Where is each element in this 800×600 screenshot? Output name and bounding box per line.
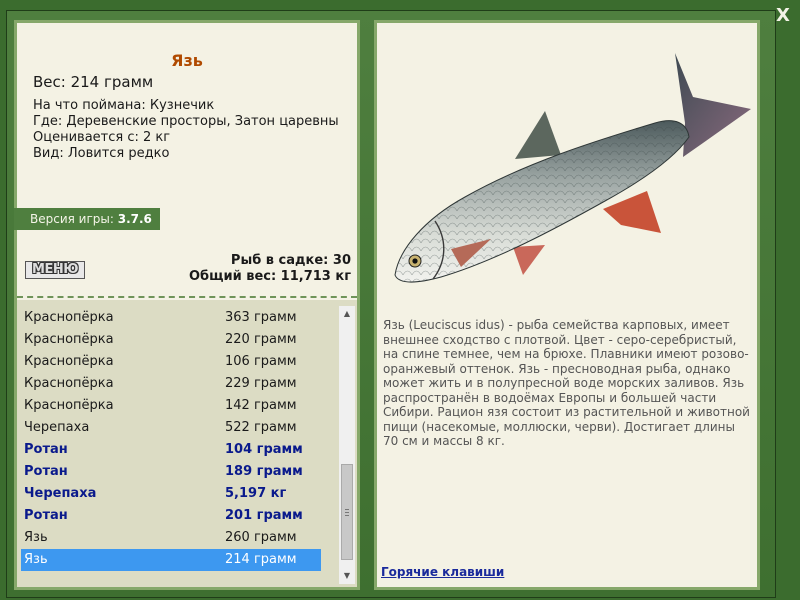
fish-rarity: Вид: Ловится редко: [33, 146, 170, 161]
triangle-down-icon[interactable]: ▼: [339, 568, 355, 584]
fish-name: Язь: [171, 51, 203, 70]
fish-description: Язь (Leuciscus idus) - рыба семейства ка…: [383, 318, 750, 448]
list-item-name: Черепаха: [24, 420, 90, 435]
triangle-up-icon[interactable]: ▲: [339, 306, 355, 322]
list-item-weight: 104 грамм: [225, 442, 303, 457]
fish-detail-panel: Язь (Leuciscus idus) - рыба семейства ка…: [374, 20, 760, 590]
fish-value: Оценивается с: 2 кг: [33, 130, 171, 145]
list-item-name: Ротан: [24, 508, 68, 523]
list-item-weight: 229 грамм: [225, 376, 297, 391]
list-item-name: Язь: [24, 530, 48, 545]
game-version-tab: Версия игры: 3.7.6: [14, 208, 160, 230]
list-item-name: Ротан: [24, 464, 68, 479]
list-item[interactable]: Ротан 189 грамм: [21, 461, 321, 483]
list-item[interactable]: Черепаха 522 грамм: [21, 417, 321, 439]
fish-count: Рыб в садке: 30: [230, 253, 351, 268]
list-item[interactable]: Язь 214 грамм: [21, 549, 321, 571]
scroll-thumb[interactable]: [341, 464, 353, 560]
list-item-name: Краснопёрка: [24, 398, 114, 413]
list-item-weight: 522 грамм: [225, 420, 297, 435]
dashed-divider: [17, 296, 357, 298]
catch-list: Краснопёрка 363 грамм Краснопёрка 220 грамм…: [17, 300, 357, 587]
close-icon[interactable]: X: [773, 6, 793, 26]
fish-bait: На что поймана: Кузнечик: [33, 98, 215, 113]
list-item-name: Краснопёрка: [24, 310, 114, 325]
list-item-name: Черепаха: [24, 486, 97, 501]
list-item-name: Краснопёрка: [24, 354, 114, 369]
fish-weight: Вес: 214 грамм: [33, 73, 154, 91]
fish-illustration: [394, 53, 751, 283]
list-item[interactable]: Краснопёрка 363 грамм: [21, 307, 321, 329]
list-item-weight: 142 грамм: [225, 398, 297, 413]
list-item-name: Краснопёрка: [24, 332, 114, 347]
list-item-weight: 214 грамм: [225, 552, 297, 567]
version-label: Версия игры:: [30, 212, 114, 226]
catch-list-rows: Краснопёрка 363 грамм Краснопёрка 220 грамм…: [21, 307, 321, 571]
list-item[interactable]: Черепаха 5,197 кг: [21, 483, 321, 505]
list-item-name: Краснопёрка: [24, 376, 114, 391]
list-item[interactable]: Краснопёрка 142 грамм: [21, 395, 321, 417]
list-item[interactable]: Краснопёрка 106 грамм: [21, 351, 321, 373]
list-item-name: Ротан: [24, 442, 68, 457]
total-weight: Общий вес: 11,713 кг: [188, 269, 351, 284]
version-number: 3.7.6: [117, 212, 152, 226]
list-item-weight: 363 грамм: [225, 310, 297, 325]
keepnet-stats: Рыб в садке: 30 Общий вес: 11,713 кг: [189, 253, 351, 285]
list-item-weight: 189 грамм: [225, 464, 303, 479]
list-item-weight: 5,197 кг: [225, 486, 287, 501]
list-scrollbar[interactable]: ▲ ▼: [339, 306, 355, 584]
list-item[interactable]: Ротан 201 грамм: [21, 505, 321, 527]
list-item-name: Язь: [24, 552, 48, 567]
menu-button[interactable]: МЕНЮ: [25, 261, 85, 279]
list-item-weight: 106 грамм: [225, 354, 297, 369]
list-item-weight: 201 грамм: [225, 508, 303, 523]
list-item-weight: 260 грамм: [225, 530, 297, 545]
list-item-weight: 220 грамм: [225, 332, 297, 347]
list-item[interactable]: Язь 260 грамм: [21, 527, 321, 549]
hotkeys-link[interactable]: Горячие клавиши: [381, 565, 504, 579]
list-item[interactable]: Краснопёрка 229 грамм: [21, 373, 321, 395]
list-item[interactable]: Ротан 104 грамм: [21, 439, 321, 461]
grip-icon: [345, 509, 349, 516]
fish-location: Где: Деревенские просторы, Затон царевны: [33, 114, 339, 129]
catch-info-panel: Язь Вес: 214 грамм На что поймана: Кузне…: [14, 20, 360, 590]
list-item[interactable]: Краснопёрка 220 грамм: [21, 329, 321, 351]
